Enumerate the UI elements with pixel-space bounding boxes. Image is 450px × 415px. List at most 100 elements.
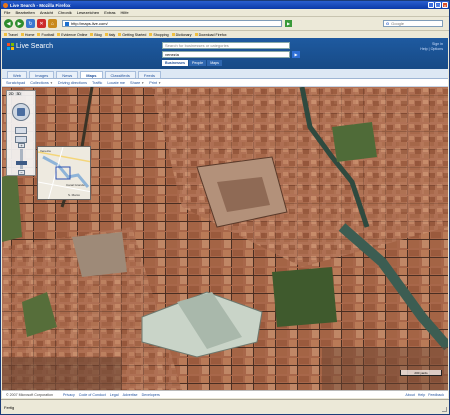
minimap-label: Venezia	[40, 149, 51, 153]
tab-images[interactable]: Images	[29, 71, 55, 78]
driving-directions-link[interactable]: Driving directions	[58, 81, 87, 85]
bookmark-item[interactable]: Italy	[104, 33, 115, 37]
go-arrow-icon[interactable]: ▶	[285, 20, 292, 27]
back-arrow-icon[interactable]: ◀	[4, 19, 13, 28]
bookmark-item[interactable]: Dictionary	[171, 32, 192, 37]
firefox-icon	[3, 2, 8, 8]
help-footer-link[interactable]: Help	[418, 393, 425, 397]
feedback-link[interactable]: Feedback	[428, 393, 444, 397]
bookmark-item[interactable]: Getting Started	[118, 33, 146, 37]
menu-tools[interactable]: Extras	[104, 10, 115, 15]
bookmark-item[interactable]: Shopping	[149, 33, 169, 37]
folder-icon	[104, 33, 108, 36]
scope-people[interactable]: People	[188, 60, 207, 66]
minimize-button[interactable]: _	[428, 2, 434, 8]
title-bar: Live Search - Mozilla Firefox _ □ x	[1, 1, 449, 9]
mode-3d[interactable]: 3D	[15, 92, 22, 96]
scratchpad-link[interactable]: Scratchpad	[6, 81, 25, 85]
bookmark-item[interactable]: Blog	[90, 33, 102, 37]
developers-link[interactable]: Developers	[142, 393, 160, 397]
overview-minimap[interactable]: Venezia Canal Grande S. Marco	[37, 146, 91, 200]
google-engine-icon: G	[386, 21, 390, 26]
share-link[interactable]: Share ▼	[130, 81, 144, 85]
resize-grip-icon[interactable]	[442, 407, 447, 412]
page-content: Live Search Search for businesses or cat…	[2, 38, 448, 398]
bookmark-item[interactable]: Evidence Online	[57, 33, 87, 37]
privacy-link[interactable]: Privacy	[63, 393, 75, 397]
tab-news[interactable]: News	[56, 71, 79, 78]
url-text: http://maps.live.com/	[71, 21, 108, 26]
live-search-logo[interactable]: Live Search	[7, 43, 53, 50]
scope-maps[interactable]: Maps	[207, 60, 222, 66]
footer-links: Privacy Code of Conduct Legal Advertise …	[63, 393, 160, 397]
menu-view[interactable]: Ansicht	[40, 10, 53, 15]
maximize-button[interactable]: □	[435, 2, 441, 8]
tab-classifieds[interactable]: Classifieds	[104, 71, 136, 78]
bookmark-label: Download Firefox	[198, 32, 227, 37]
options-link[interactable]: Options	[431, 47, 443, 51]
bookmark-item[interactable]: Home	[20, 32, 35, 37]
help-link[interactable]: Help	[420, 47, 427, 51]
rotate-control-icon[interactable]	[15, 127, 27, 134]
locate-me-link[interactable]: Locate me	[107, 81, 125, 85]
menu-bookmarks[interactable]: Lesezeichen	[77, 10, 99, 15]
tab-feeds[interactable]: Feeds	[137, 71, 161, 78]
bookmark-item[interactable]: Travel	[4, 33, 18, 37]
mode-2d[interactable]: 2D	[8, 92, 15, 96]
print-link[interactable]: Print ▼	[149, 81, 161, 85]
advertise-link[interactable]: Advertise	[123, 393, 138, 397]
tab-maps[interactable]: Maps	[80, 71, 103, 78]
tab-web[interactable]: Web	[7, 71, 28, 78]
folder-icon	[4, 33, 7, 36]
what-search-input[interactable]: Search for businesses or categories	[162, 42, 290, 49]
traffic-link[interactable]: Traffic	[92, 81, 102, 85]
logo-text: Live Search	[16, 43, 53, 50]
about-link[interactable]: About	[405, 393, 414, 397]
pan-arrows-icon[interactable]	[17, 108, 25, 116]
close-button[interactable]: x	[442, 2, 448, 8]
bookmark-label: Evidence Online	[61, 32, 88, 37]
menu-history[interactable]: Chronik	[58, 10, 72, 15]
browser-search-input[interactable]: G Google	[383, 20, 443, 27]
window-title: Live Search - Mozilla Firefox	[10, 2, 71, 8]
bookmark-item[interactable]: Download Firefox	[194, 32, 227, 37]
chevron-down-icon: ▼	[158, 80, 162, 85]
aerial-map-view[interactable]	[2, 87, 448, 390]
browser-window: Live Search - Mozilla Firefox _ □ x File…	[0, 0, 450, 415]
menu-file[interactable]: File	[4, 10, 10, 15]
where-search-input[interactable]: venezia	[162, 51, 290, 58]
folder-icon	[90, 33, 94, 36]
view-mode-toggle: 2D 3D	[7, 91, 35, 97]
url-bar[interactable]: http://maps.live.com/	[62, 20, 282, 27]
folder-icon	[171, 33, 175, 36]
home-icon[interactable]: ⌂	[48, 19, 57, 28]
folder-icon	[20, 33, 24, 36]
zoom-slider-handle[interactable]	[16, 161, 27, 165]
menu-help[interactable]: Hilfe	[121, 10, 129, 15]
collections-link[interactable]: Collections ▼	[30, 81, 53, 85]
tilt-control-icon[interactable]	[15, 136, 27, 143]
scope-businesses[interactable]: Businesses	[162, 60, 188, 66]
footer-right-links: About Help Feedback	[405, 393, 444, 397]
vertical-tabs: Web Images News Maps Classifieds Feeds	[2, 69, 448, 79]
bookmark-label: Travel	[8, 32, 18, 37]
forward-arrow-icon[interactable]: ▶	[15, 19, 24, 28]
zoom-out-button[interactable]: −	[18, 170, 25, 175]
legal-link[interactable]: Legal	[110, 393, 119, 397]
bookmark-label: Home	[24, 32, 35, 37]
bookmark-label: Dictionary	[175, 32, 192, 37]
folder-icon	[57, 33, 61, 36]
menu-edit[interactable]: Bearbeiten	[15, 10, 34, 15]
code-of-conduct-link[interactable]: Code of Conduct	[79, 393, 106, 397]
zoom-in-button[interactable]: +	[18, 143, 25, 148]
folder-icon	[194, 33, 198, 36]
bookmark-item[interactable]: Football	[37, 33, 54, 37]
search-go-button[interactable]: ▶	[292, 51, 300, 58]
search-scope-tabs: Businesses People Maps	[162, 60, 222, 66]
minimap-drawing	[38, 147, 90, 199]
reload-icon[interactable]: ↻	[26, 19, 35, 28]
zoom-slider[interactable]	[20, 149, 23, 169]
stop-icon[interactable]: ✕	[37, 19, 46, 28]
window-controls: _ □ x	[428, 2, 448, 8]
chevron-down-icon: ▼	[141, 80, 145, 85]
